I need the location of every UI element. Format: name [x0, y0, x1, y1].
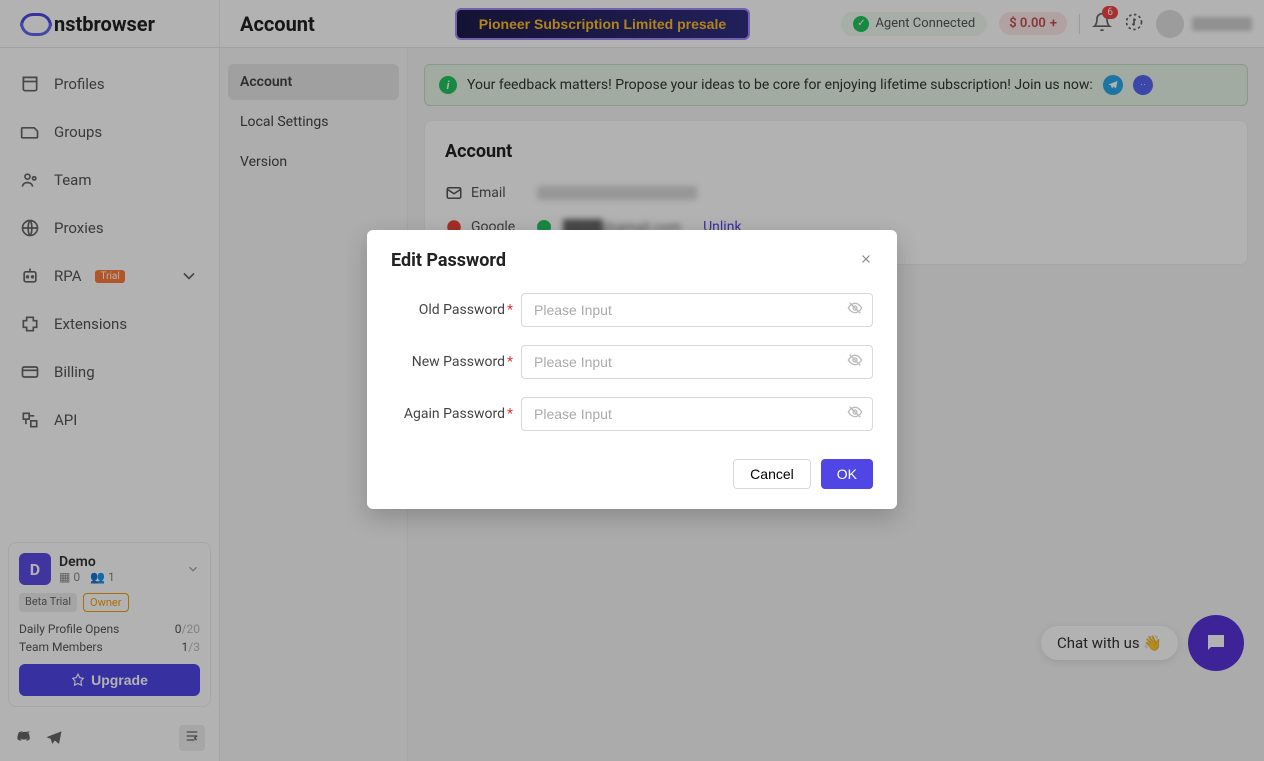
modal-overlay[interactable]: Edit Password Old Password* New Password… [0, 0, 1264, 761]
new-password-label: New Password* [391, 354, 521, 370]
eye-off-icon [847, 404, 863, 420]
again-password-input[interactable] [521, 397, 873, 431]
again-password-label: Again Password* [391, 406, 521, 422]
eye-off-icon [847, 300, 863, 316]
edit-password-modal: Edit Password Old Password* New Password… [367, 230, 897, 509]
eye-off-icon [847, 352, 863, 368]
new-password-input[interactable] [521, 345, 873, 379]
cancel-button[interactable]: Cancel [733, 459, 811, 489]
close-button[interactable] [859, 250, 873, 271]
old-password-input[interactable] [521, 293, 873, 327]
toggle-visibility-button[interactable] [847, 404, 863, 424]
ok-button[interactable]: OK [821, 459, 873, 489]
toggle-visibility-button[interactable] [847, 300, 863, 320]
old-password-label: Old Password* [391, 302, 521, 318]
close-icon [859, 252, 873, 266]
modal-title: Edit Password [391, 250, 506, 271]
toggle-visibility-button[interactable] [847, 352, 863, 372]
